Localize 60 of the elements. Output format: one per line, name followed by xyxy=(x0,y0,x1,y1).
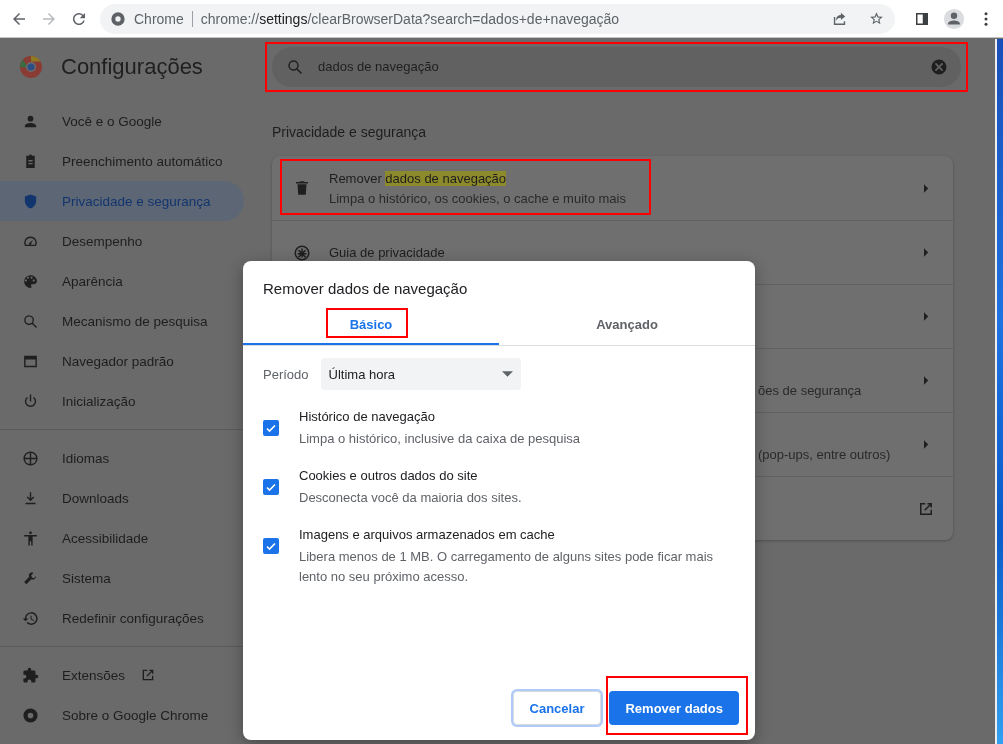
cancel-button[interactable]: Cancelar xyxy=(512,691,602,725)
power-icon xyxy=(22,392,39,410)
option-description: Desconecta você da maioria dos sites. xyxy=(299,489,523,507)
sidebar-item[interactable]: Downloads xyxy=(0,478,244,518)
row-title: Guia de privacidade xyxy=(329,245,445,260)
sidebar-item[interactable]: Extensões xyxy=(0,655,244,695)
checkbox[interactable] xyxy=(263,538,279,554)
sidebar-item[interactable]: Desempenho xyxy=(0,221,244,261)
checkmark-icon xyxy=(265,422,277,434)
sidebar-item[interactable]: Você e o Google xyxy=(0,101,244,141)
row-subtitle: ões de segurança xyxy=(758,383,862,398)
compass-icon xyxy=(293,243,311,262)
sidebar-item[interactable]: Navegador padrão xyxy=(0,341,244,381)
settings-row[interactable]: Remover dados de navegação Limpa o histórico, os cookies, o cache e muito mais xyxy=(272,156,953,220)
search-field[interactable]: dados de navegação xyxy=(272,46,961,87)
sidebar-item[interactable]: Inicialização xyxy=(0,381,244,421)
remove-data-button[interactable]: Remover dados xyxy=(609,691,739,725)
option-description: Libera menos de 1 MB. O carregamento de alguns sites pode ficar mais lento no seu próximo acesso. xyxy=(299,548,715,586)
accessibility-icon xyxy=(22,529,39,547)
option-title: Cookies e outros dados do site xyxy=(299,468,479,483)
search-icon xyxy=(22,312,39,330)
checkbox[interactable] xyxy=(263,420,279,436)
sidebar-item[interactable]: Preenchimento automático xyxy=(0,141,244,181)
sidebar-item[interactable]: Aparência xyxy=(0,261,244,301)
tab[interactable]: Avançado xyxy=(499,305,755,345)
option-title: Imagens e arquivos armazenados em cache xyxy=(299,527,556,542)
row-subtitle: Limpa o histórico, os cookies, o cache e muito mais xyxy=(329,190,626,206)
sidebar-item[interactable]: Sistema xyxy=(0,558,244,598)
sidebar-item[interactable]: Idiomas xyxy=(0,438,244,478)
sidebar-item[interactable]: Acessibilidade xyxy=(0,518,244,558)
page-title: Configurações xyxy=(61,53,203,80)
sidebar-item[interactable]: Privacidade e segurança xyxy=(0,181,244,221)
profile-avatar-icon[interactable] xyxy=(943,7,965,30)
site-label: Chrome xyxy=(134,10,184,27)
puzzle-icon xyxy=(22,666,39,684)
tab[interactable]: Básico xyxy=(243,305,499,345)
row-title: Remover dados de navegação xyxy=(329,170,508,186)
wrench-icon xyxy=(22,569,39,587)
period-dropdown[interactable]: Última hora xyxy=(320,358,521,390)
checkbox[interactable] xyxy=(263,479,279,495)
address-bar[interactable]: Chrome chrome://settings/clearBrowserData?search=dados+de+navegação xyxy=(100,3,895,34)
option-description: Limpa o histórico, inclusive da caixa de pesquisa xyxy=(299,430,582,448)
history-icon xyxy=(22,609,39,627)
sidebar-item[interactable]: Redefinir configurações xyxy=(0,598,244,638)
trash-icon xyxy=(293,179,311,197)
globe-icon xyxy=(22,449,39,467)
checkmark-icon xyxy=(265,540,277,552)
palette-icon xyxy=(22,272,39,290)
share-icon[interactable] xyxy=(831,10,848,27)
caret-icon xyxy=(501,371,513,377)
row-subtitle: (pop-ups, entre outros) xyxy=(758,447,891,462)
checkmark-icon xyxy=(265,481,277,493)
sidebar-item[interactable]: Mecanismo de pesquisa xyxy=(0,301,244,341)
period-label: Período xyxy=(263,366,309,382)
shield-icon xyxy=(22,192,39,210)
url-text: chrome://settings/clearBrowserData?search=dados+de+navegação xyxy=(200,10,620,27)
section-heading: Privacidade e segurança xyxy=(272,124,428,140)
sidebar-item[interactable]: Sobre o Google Chrome xyxy=(0,695,244,735)
option-title: Histórico de navegação xyxy=(299,409,436,424)
star-icon[interactable] xyxy=(868,10,885,27)
